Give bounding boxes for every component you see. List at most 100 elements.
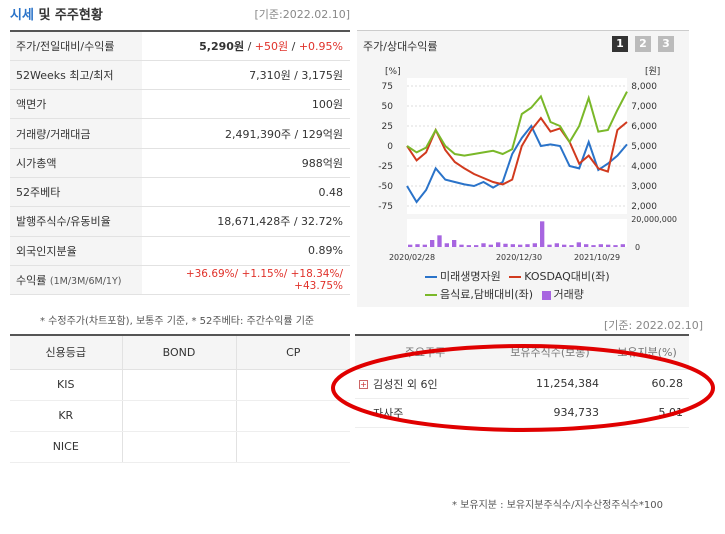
row-value: 18,671,428주 / 32.72% (142, 206, 350, 237)
row-label: 52주베타 (10, 177, 142, 208)
volume-bar (518, 244, 523, 247)
shares-held: 934,733 (495, 398, 605, 428)
volume-bar (613, 245, 618, 247)
volume-bar (562, 244, 567, 247)
table-header-row: 신용등급 BOND CP (10, 336, 350, 370)
price-rate: +0.95% (298, 39, 343, 53)
table-row: KIS (10, 369, 350, 401)
table-cell: KIS (10, 369, 122, 401)
volume-bar (481, 243, 486, 247)
table-row: KR (10, 400, 350, 432)
volume-bar (547, 244, 552, 247)
volume-bar (510, 244, 515, 247)
right-tick-label: 7,000 (631, 102, 657, 112)
table-row: 거래량/거래대금 2,491,390주 / 129억원 (10, 118, 350, 149)
returns-label: 수익률 (16, 274, 47, 288)
table-header-row: 주요주주 보유주식수(보통) 보유지분(%) (355, 336, 689, 370)
return-1m: +36.69% (185, 268, 235, 281)
shareholder-name: 자사주 (355, 398, 495, 428)
row-value: 0.89% (142, 236, 350, 266)
separator: / (244, 39, 255, 53)
table-cell (121, 369, 236, 401)
table-cell (121, 431, 236, 463)
return-6m: +18.34% (290, 268, 340, 281)
volume-bar (532, 243, 537, 247)
row-label: 발행주식수/유동비율 (10, 206, 142, 237)
price-note: * 수정주가(차트포함), 보통주 기준, * 52주베타: 주간수익률 기준 (40, 316, 315, 327)
section-title-sub: 및 주주현황 (33, 8, 103, 23)
volume-bar (437, 235, 442, 247)
returns-chart: 75 50 25 0 -25 -50 -75 8,000 7,000 6,000 5,000 4,00… (378, 66, 677, 262)
volume-bar (525, 244, 530, 247)
legend-swatch-icon (425, 276, 437, 278)
column-header: CP (235, 336, 350, 370)
legend-label: 음식료,담배대비(좌) (440, 288, 534, 301)
volume-bar (554, 243, 559, 247)
expand-icon[interactable]: + (359, 380, 368, 389)
row-label: 액면가 (10, 89, 142, 120)
price-value: 5,290원 / +50원 / +0.95% (142, 31, 350, 61)
x-tick-label: 2021/10/29 (574, 253, 620, 262)
row-label: 52Weeks 최고/최저 (10, 60, 142, 91)
row-label: 시가총액 (10, 148, 142, 178)
table-row: NICE (10, 431, 350, 463)
table-row: 시가총액 988억원 (10, 148, 350, 178)
volume-bar (584, 244, 589, 247)
legend-label: KOSDAQ대비(좌) (524, 270, 610, 283)
legend-item[interactable]: 음식료,담배대비(좌) (425, 286, 533, 302)
right-tick-label: 3,000 (631, 182, 657, 192)
ownership-pct: 60.28 (605, 369, 689, 399)
right-tick-label: 8,000 (631, 82, 657, 92)
table-row: 발행주식수/유동비율 18,671,428주 / 32.72% (10, 206, 350, 237)
column-header: 보유지분(%) (605, 336, 689, 370)
left-tick-label: 25 (382, 122, 393, 132)
volume-bar (444, 243, 449, 247)
legend-swatch-icon (509, 276, 522, 278)
right-tick-label: 4,000 (631, 162, 657, 172)
table-row: 액면가 100원 (10, 89, 350, 120)
left-tick-label: -75 (378, 202, 393, 212)
shareholder-name[interactable]: + 김성진 외 6인 (355, 369, 495, 399)
legend-item[interactable]: 미래생명자원 (425, 268, 501, 284)
row-value: 2,491,390주 / 129억원 (142, 118, 350, 149)
separator: / (234, 268, 242, 281)
table-cell (235, 431, 350, 463)
volume-bar (576, 242, 581, 247)
row-label: 외국인지분율 (10, 236, 142, 266)
row-label: 거래량/거래대금 (10, 118, 142, 149)
legend-item[interactable]: 거래량 (541, 286, 584, 302)
row-value: 0.48 (142, 177, 350, 208)
return-3m: +1.15% (241, 268, 284, 281)
volume-bar (569, 245, 574, 247)
price-change: +50원 (254, 39, 289, 53)
table-row: 52Weeks 최고/최저 7,310원 / 3,175원 (10, 60, 350, 91)
volume-bar (430, 240, 435, 247)
column-header: 신용등급 (10, 336, 122, 370)
volume-bar (452, 240, 457, 247)
column-header: 보유주식수(보통) (495, 336, 605, 370)
volume-bar (503, 243, 508, 247)
volume-bar (422, 244, 427, 247)
separator: / (339, 268, 343, 281)
volume-tick-label: 20,000,000 (631, 215, 677, 224)
table-row: 외국인지분율 0.89% (10, 236, 350, 266)
x-tick-label: 2020/12/30 (496, 253, 542, 262)
row-value: 7,310원 / 3,175원 (142, 60, 350, 91)
table-row: 자사주 934,733 5.01 (355, 398, 689, 428)
volume-bar (415, 244, 420, 247)
row-value: 988억원 (142, 148, 350, 178)
table-cell (121, 400, 236, 432)
volume-bar (598, 244, 603, 247)
table-row: 52주베타 0.48 (10, 177, 350, 208)
table-row: 주가/전일대비/수익률 5,290원 / +50원 / +0.95% (10, 31, 350, 61)
legend-swatch-icon (425, 294, 437, 296)
table-row: 수익률 (1M/3M/6M/1Y) +36.69%/ +1.15%/ +18.3… (10, 265, 350, 296)
legend-item[interactable]: KOSDAQ대비(좌) (509, 268, 610, 284)
shareholder-note: * 보유지분 : 보유지분주식수/지수산정주식수*100 (452, 500, 663, 511)
volume-bar (408, 244, 413, 247)
table-cell: NICE (10, 431, 122, 463)
row-value: 100원 (142, 89, 350, 120)
volume-bar (459, 244, 464, 247)
reference-date: [기준:2022.02.10] (254, 8, 350, 21)
volume-bar (496, 242, 501, 247)
